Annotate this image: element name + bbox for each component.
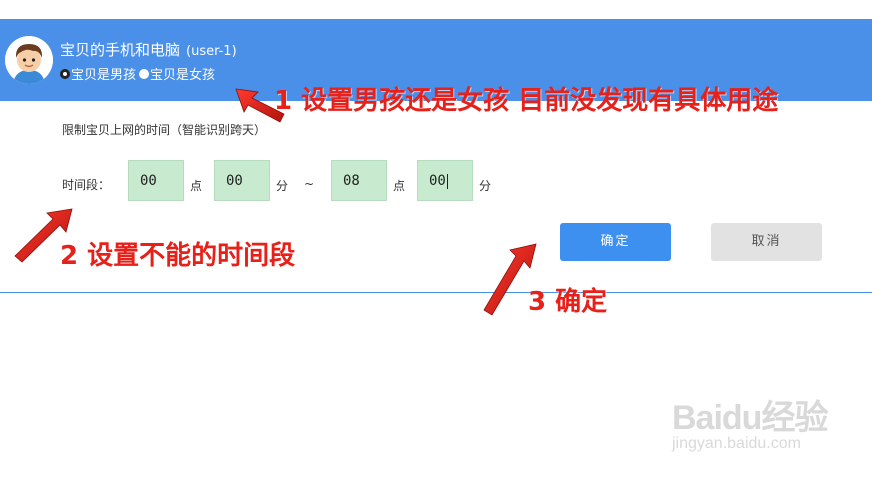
baidu-watermark: Baidu经验 jingyan.baidu.com [672, 390, 828, 452]
watermark-logo: Baidu经验 [672, 399, 828, 437]
annotation-2: 2 设置不能的时间段 [60, 241, 296, 271]
annotation-1: 1 设置男孩还是女孩 目前没发现有具体用途 [274, 86, 779, 116]
annotation-3: 3 确定 [528, 287, 608, 317]
watermark-site: jingyan.baidu.com [672, 435, 801, 452]
